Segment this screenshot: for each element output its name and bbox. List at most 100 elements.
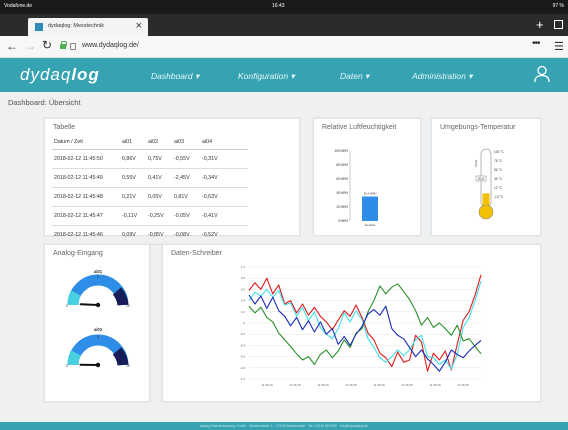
tabs-overview-icon[interactable] bbox=[554, 20, 563, 29]
nav-konfiguration[interactable]: Konfiguration ▾ bbox=[238, 71, 295, 82]
close-tab-icon[interactable]: × bbox=[136, 20, 142, 32]
browser-tab[interactable]: dydaqlog: Messtechnik × bbox=[28, 18, 148, 36]
y-tick-label: 0.4 bbox=[241, 299, 246, 303]
device-status-bar: Vodafone.de 16:43 97 % bbox=[0, 0, 568, 14]
table-cell: 0,81V bbox=[172, 187, 200, 207]
table-cell: -0,85V bbox=[146, 225, 172, 245]
recorder-card: Daten-Schreiber 1.0 0.8 0.6 0.4 0.2 0 -0.2 -0.4… bbox=[162, 244, 541, 402]
x-tick-label: 11:45:30 bbox=[373, 383, 385, 387]
humidity-tick-label: 100%RH bbox=[334, 149, 348, 153]
gauge-max-label: 10 bbox=[126, 364, 130, 368]
humidity-card: Relative Luftfeuchtigkeit 100%RH 80%RH 6… bbox=[313, 118, 421, 236]
table-header-row: Datum / Zeit ai01 ai02 ai03 ai04 bbox=[52, 136, 248, 150]
gauge-max-label: 10 bbox=[126, 304, 130, 308]
site-favicon-icon bbox=[35, 23, 43, 31]
gauge-label: ai01 bbox=[94, 269, 103, 274]
app-navbar: dydaqlog Dashboard ▾ Konfiguration ▾ Dat… bbox=[0, 58, 568, 92]
table-cell: 2018-02-12 11:45:49 bbox=[52, 168, 120, 188]
forward-arrow-icon[interactable]: → bbox=[24, 39, 36, 53]
logo[interactable]: dydaqlog bbox=[20, 65, 100, 85]
gauge-hub bbox=[95, 302, 101, 308]
browser-tab-strip: dydaqlog: Messtechnik × + bbox=[0, 14, 568, 36]
humidity-bar-chart: 100%RH 80%RH 60%RH 40%RH 20%RH 0%RH 35,4… bbox=[334, 149, 378, 227]
gauge-min-label: 0 bbox=[66, 364, 68, 368]
table-cell: 0,09V bbox=[120, 225, 146, 245]
new-tab-icon[interactable]: + bbox=[536, 17, 544, 32]
humidity-tick-label: 40%RH bbox=[336, 191, 348, 195]
footer: dydaq Datenerfassung GmbH · Musterstraße… bbox=[0, 422, 568, 430]
humidity-tick-label: 0%RH bbox=[338, 219, 348, 223]
table-cell: 0,21V bbox=[120, 187, 146, 207]
series-line-ai04 bbox=[248, 294, 482, 372]
gauge-mid-label: 5 bbox=[97, 335, 99, 339]
thermometer: 20,0 Temp 100 °C 78 °C 56 °C 34 °C 12 °C… bbox=[474, 148, 504, 220]
gauge-min-label: 0 bbox=[66, 304, 68, 308]
column-header: ai04 bbox=[200, 136, 248, 150]
table-cell: 0,75V bbox=[146, 149, 172, 169]
x-tick-label: 11:45:25 bbox=[345, 383, 357, 387]
y-tick-label: 0.8 bbox=[241, 276, 246, 280]
thermometer-label: Temp bbox=[474, 159, 478, 167]
battery-label: 97 % bbox=[552, 3, 564, 9]
nav-daten[interactable]: Daten ▾ bbox=[340, 71, 369, 82]
carrier-label: Vodafone.de bbox=[4, 3, 33, 9]
table-cell: -0,34V bbox=[200, 168, 248, 188]
nav-dashboard[interactable]: Dashboard ▾ bbox=[151, 71, 199, 82]
humidity-card-title: Relative Luftfeuchtigkeit bbox=[322, 124, 397, 131]
table-row: 2018-02-12 11:45:47 -0,11V -0,25V -0,05V… bbox=[52, 206, 248, 226]
table-cell: 2018-02-12 11:45:50 bbox=[52, 149, 120, 169]
gauge-value-label: 0,75V bbox=[101, 359, 109, 363]
column-header: ai03 bbox=[172, 136, 200, 150]
y-tick-label: -0.8 bbox=[240, 366, 246, 370]
x-tick-label: 11:45:15 bbox=[289, 383, 301, 387]
column-header: Datum / Zeit bbox=[52, 136, 120, 150]
y-tick-label: -0.2 bbox=[240, 332, 246, 336]
hamburger-menu-icon[interactable]: ☰ bbox=[554, 40, 564, 53]
analog-card-title: Analog-Eingang bbox=[53, 250, 103, 257]
y-tick-label: 0.6 bbox=[241, 287, 246, 291]
gauge-low-zone bbox=[67, 350, 81, 366]
x-tick-label: 11:45:20 bbox=[317, 383, 329, 387]
table-cell: -0,41V bbox=[200, 206, 248, 226]
address-field[interactable]: www.dydaqlog.de/ bbox=[82, 42, 139, 49]
temperature-tick-label: 12 °C bbox=[494, 186, 503, 190]
temperature-tick-label: -10 °C bbox=[494, 195, 504, 199]
table-row: 2018-02-12 11:45:49 0,55V 0,41V -2,45V -… bbox=[52, 168, 248, 188]
nav-administration[interactable]: Administration ▾ bbox=[412, 71, 472, 82]
page-title: Dashboard: Übersicht bbox=[8, 98, 81, 107]
gauge-label: ai02 bbox=[94, 327, 103, 332]
humidity-tick-label: 80%RH bbox=[336, 163, 348, 167]
humidity-tick-label: 60%RH bbox=[336, 177, 348, 181]
table-cell: -0,25V bbox=[146, 206, 172, 226]
table-cell: -0,55V bbox=[172, 149, 200, 169]
table-cell: 2018-02-12 11:45:48 bbox=[52, 187, 120, 207]
analog-gauges: ai01 0 10 5 0,86V ai02 0 10 5 0,75V bbox=[66, 269, 130, 368]
logo-text-bold: log bbox=[71, 65, 100, 84]
y-tick-label: 0 bbox=[243, 321, 245, 325]
back-arrow-icon[interactable]: ← bbox=[6, 39, 18, 53]
table-cell: -0,08V bbox=[172, 225, 200, 245]
analog-input-card: Analog-Eingang ai01 0 10 5 0,86V ai02 0 … bbox=[44, 244, 150, 402]
table-cell: -0,52V bbox=[200, 225, 248, 245]
table-cell: 2018-02-12 11:45:47 bbox=[52, 206, 120, 226]
table-cell: 0,41V bbox=[146, 168, 172, 188]
lock-icon bbox=[60, 41, 67, 49]
y-tick-label: -0.4 bbox=[240, 343, 246, 347]
reload-icon[interactable]: ↻ bbox=[42, 38, 52, 52]
gauge-mid-label: 5 bbox=[97, 275, 99, 279]
measurement-table: Datum / Zeit ai01 ai02 ai03 ai04 2018-02… bbox=[52, 136, 248, 245]
table-cell: -0,63V bbox=[200, 187, 248, 207]
page-info-icon[interactable] bbox=[70, 43, 76, 50]
user-icon[interactable] bbox=[534, 65, 550, 83]
table-row: 2018-02-12 11:45:48 0,21V 0,05V 0,81V -0… bbox=[52, 187, 248, 207]
temperature-tick-label: 56 °C bbox=[494, 168, 503, 172]
more-options-icon[interactable]: ••• bbox=[532, 38, 540, 49]
table-cell: 2018-02-12 11:45:46 bbox=[52, 225, 120, 245]
table-cell: -0,05V bbox=[172, 206, 200, 226]
table-cell: -0,31V bbox=[200, 149, 248, 169]
y-tick-label: -0.6 bbox=[240, 355, 246, 359]
tab-title: dydaqlog: Messtechnik bbox=[48, 23, 104, 29]
x-tick-label: 11:45:45 bbox=[457, 383, 469, 387]
gauge-high-zone bbox=[112, 347, 129, 366]
table-cell: -0,11V bbox=[120, 206, 146, 226]
